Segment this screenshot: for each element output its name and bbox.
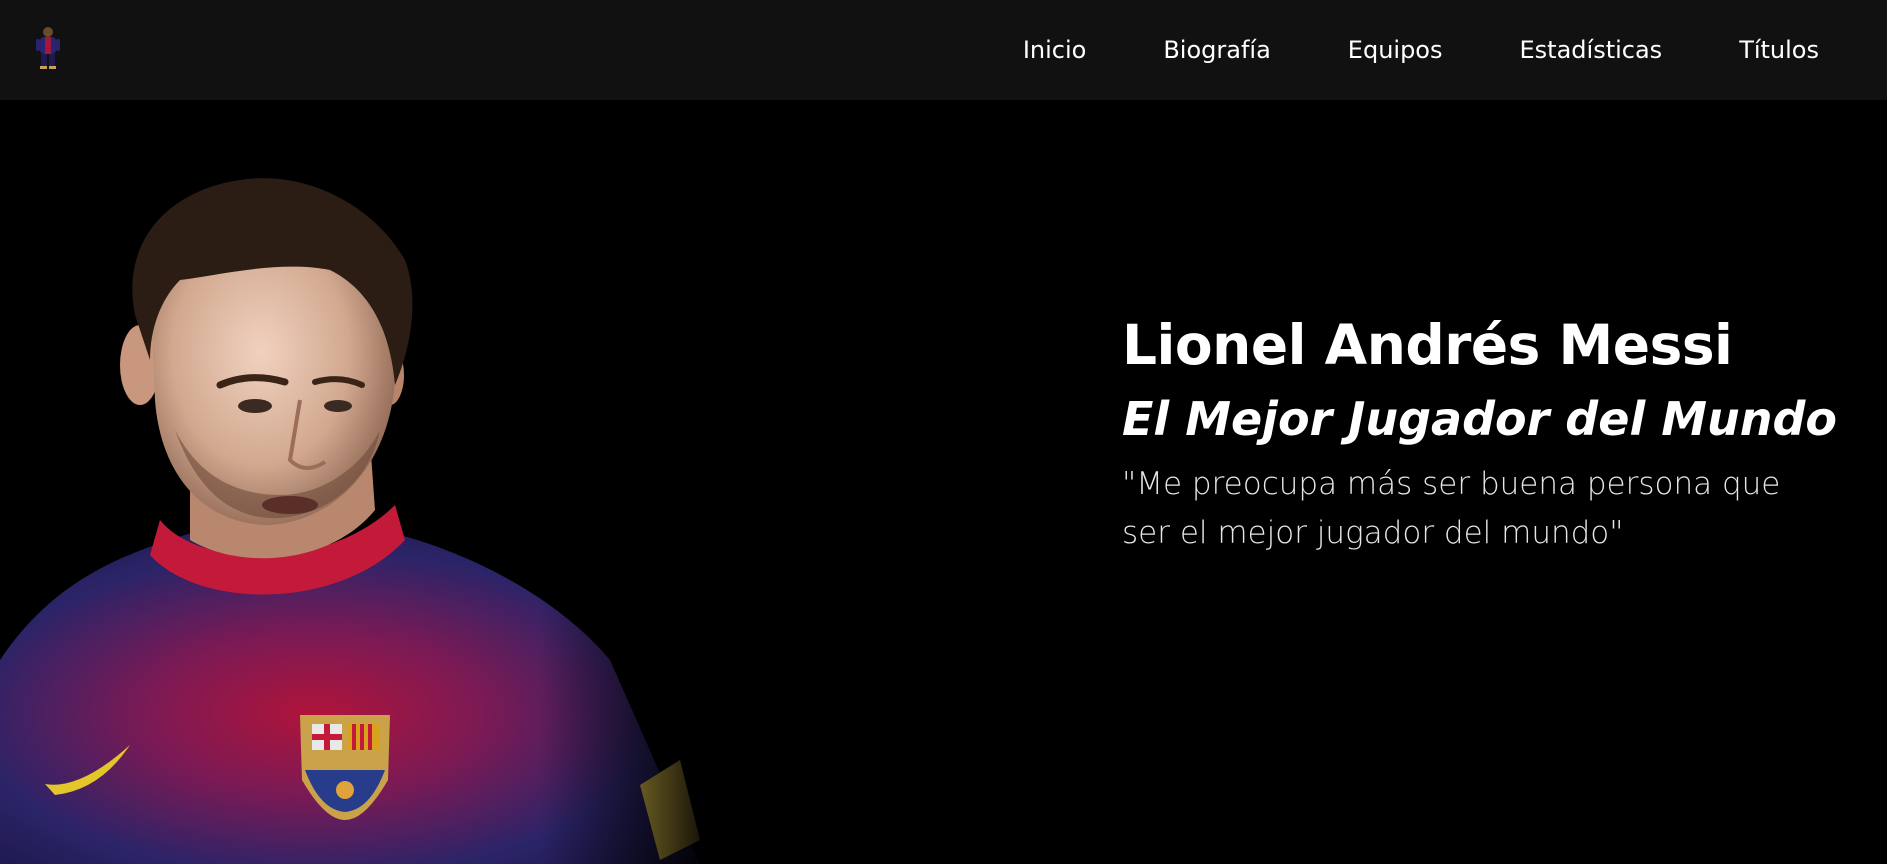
hero-subtitle: El Mejor Jugador del Mundo (1122, 392, 1838, 446)
nav-link-biografia[interactable]: Biografía (1163, 36, 1270, 64)
hero-title: Lionel Andrés Messi (1122, 313, 1733, 377)
player-portrait-image (0, 100, 720, 864)
nav-link-equipos[interactable]: Equipos (1348, 36, 1443, 64)
nav-link-estadisticas[interactable]: Estadísticas (1520, 36, 1663, 64)
hero-section: Lionel Andrés Messi El Mejor Jugador del… (0, 100, 1887, 864)
hero-text-block: Lionel Andrés Messi El Mejor Jugador del… (1122, 310, 1842, 558)
nav-link-inicio[interactable]: Inicio (1023, 36, 1087, 64)
player-thumbnail-icon (36, 27, 60, 69)
hero-quote: "Me preocupa más ser buena persona que s… (1122, 466, 1781, 551)
nav-link-titulos[interactable]: Títulos (1739, 36, 1819, 64)
main-nav: Inicio Biografía Equipos Estadísticas Tí… (946, 0, 1819, 100)
site-logo-icon[interactable] (28, 24, 68, 72)
top-navbar: Inicio Biografía Equipos Estadísticas Tí… (0, 0, 1887, 100)
